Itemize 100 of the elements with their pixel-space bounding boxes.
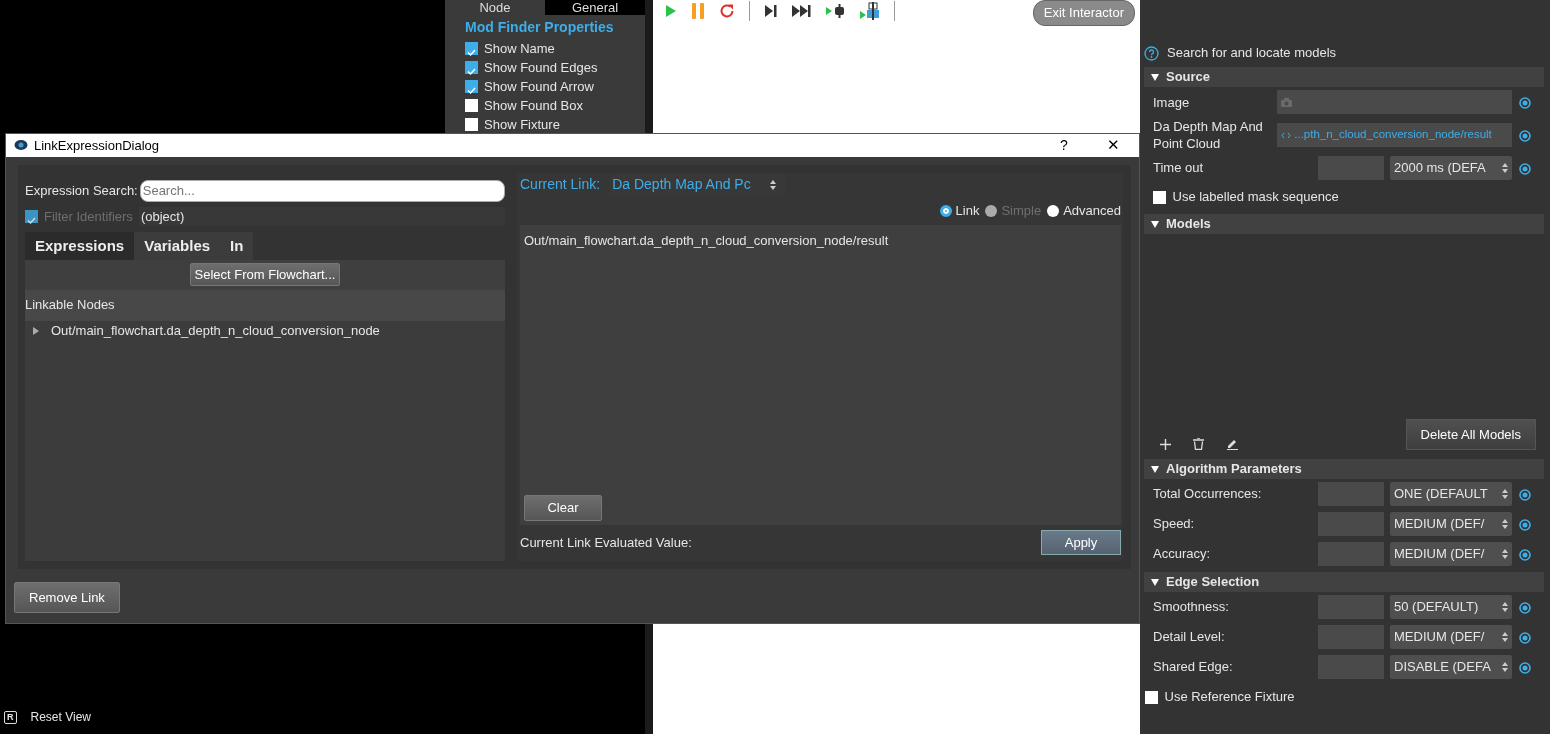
clear-button[interactable]: Clear (524, 495, 602, 521)
image-field[interactable] (1277, 90, 1512, 114)
tab[interactable]: Variables (134, 231, 221, 260)
collapse-arrow-icon[interactable] (1150, 577, 1160, 587)
delete-all-models-button[interactable]: Delete All Models (1405, 418, 1536, 450)
panel-tab[interactable]: General (545, 0, 645, 15)
option-label: Show Found Arrow (484, 77, 594, 96)
arrow-node-icon[interactable] (826, 4, 846, 18)
checkbox-label[interactable]: Use Reference Fixture (1164, 687, 1295, 707)
link-target-icon[interactable] (1518, 518, 1531, 531)
checkbox[interactable] (465, 118, 478, 131)
spin-arrows-icon[interactable] (1502, 489, 1508, 499)
section-header[interactable]: Algorithm Parameters (1144, 459, 1544, 479)
filter-value: (object) (138, 206, 505, 227)
spin-arrows-icon[interactable] (1502, 662, 1508, 672)
section-header[interactable]: Edge Selection (1144, 572, 1544, 592)
spin-arrows-icon[interactable] (1502, 519, 1508, 529)
link-target-icon[interactable] (1518, 162, 1531, 175)
add-icon[interactable] (1160, 439, 1171, 450)
eye-logo-icon (14, 139, 28, 152)
trash-icon[interactable] (1193, 438, 1204, 450)
link-target-icon[interactable] (1518, 631, 1531, 644)
checkbox[interactable] (465, 42, 478, 55)
checkbox[interactable] (1153, 190, 1166, 204)
camera-icon (1281, 97, 1292, 107)
spin-arrows-icon[interactable] (1502, 632, 1508, 642)
section-title: Models (1166, 215, 1211, 234)
search-field[interactable]: Search... (139, 179, 505, 202)
radio-option[interactable]: Link (939, 200, 980, 221)
field-label: Detail Level: (1153, 628, 1226, 647)
panel-title: Mod Finder Properties (465, 18, 615, 37)
key-icon: R (4, 710, 17, 724)
spin-arrows-icon[interactable] (1502, 549, 1508, 559)
collapse-arrow-icon[interactable] (1150, 464, 1160, 474)
field-label: Shared Edge: (1153, 658, 1234, 677)
link-target-icon[interactable] (1518, 129, 1531, 142)
checkbox[interactable] (465, 61, 478, 74)
expand-arrow-icon[interactable] (31, 325, 41, 336)
radio-option[interactable]: Advanced (1047, 200, 1121, 221)
spin-box[interactable]: MEDIUM (DEF/ (1390, 512, 1512, 536)
field-label: Accuracy: (1153, 545, 1212, 564)
spin-box[interactable]: MEDIUM (DEF/ (1390, 542, 1512, 566)
checkbox-label[interactable]: Use labelled mask sequence (1172, 187, 1339, 207)
section-title: Source (1166, 68, 1211, 87)
tree-item[interactable]: Out/main_flowchart.da_depth_n_cloud_conversion_node (51, 320, 380, 341)
option-label: Show Name (484, 39, 555, 58)
spin-arrows-icon[interactable] (770, 179, 777, 190)
pencil-icon[interactable] (1226, 437, 1239, 450)
link-target-icon[interactable] (1518, 96, 1531, 109)
remove-link-button[interactable]: Remove Link (14, 581, 120, 614)
reset-view-label[interactable]: Reset View (30, 708, 91, 726)
dialog-title: LinkExpressionDialog (34, 136, 159, 155)
spin-box[interactable]: 50 (DEFAULT) (1390, 595, 1512, 619)
collapse-arrow-icon[interactable] (1150, 72, 1160, 82)
fast-forward-icon[interactable] (792, 5, 812, 17)
help-button[interactable]: ? (1047, 134, 1081, 156)
field-label: Speed: (1153, 515, 1196, 534)
spin-box[interactable]: MEDIUM (DEF/ (1390, 625, 1512, 649)
expression-text[interactable]: Out/main_flowchart.da_depth_n_cloud_conversion_node/result (524, 230, 1117, 250)
step-icon[interactable] (764, 5, 778, 17)
section-header[interactable]: Source (1144, 67, 1544, 87)
field-label: Da Depth Map And Point Cloud (1153, 118, 1264, 152)
field-label: Smoothness: (1153, 598, 1230, 617)
section-title: Algorithm Parameters (1166, 460, 1302, 479)
link-target-icon[interactable] (1518, 488, 1531, 501)
arrow-box-icon[interactable] (860, 2, 880, 20)
tab[interactable]: Expressions (25, 231, 135, 260)
link-target-icon[interactable] (1518, 601, 1531, 614)
search-label: Expression Search: (25, 181, 138, 200)
option-label: Show Found Edges (484, 58, 598, 77)
link-target-icon[interactable] (1518, 661, 1531, 674)
description-text: Search for and locate models (1167, 44, 1337, 63)
code-icon (1281, 131, 1291, 139)
help-icon[interactable] (1144, 45, 1159, 61)
spin-arrows-icon[interactable] (1502, 163, 1508, 173)
section-title: Edge Selection (1166, 573, 1260, 592)
field-label: Time out (1153, 159, 1205, 178)
tree-header: Linkable Nodes (25, 296, 115, 315)
option-label: Show Fixture (484, 115, 560, 134)
checkbox[interactable] (465, 80, 478, 93)
spin-box[interactable]: DISABLE (DEFA (1390, 655, 1512, 679)
current-link-label: Current Link: (520, 175, 601, 194)
spin-arrows-icon[interactable] (1502, 602, 1508, 612)
field-label: Total Occurrences: (1153, 485, 1263, 504)
select-from-flowchart-button[interactable]: Select From Flowchart... (189, 262, 341, 287)
field-label: Image (1153, 93, 1191, 111)
radio-option: Simple (985, 200, 1042, 221)
collapse-arrow-icon[interactable] (1150, 219, 1160, 229)
tab[interactable]: In (220, 231, 254, 260)
evaluated-value-label: Current Link Evaluated Value: (520, 533, 692, 552)
reload-icon[interactable] (719, 3, 735, 19)
apply-button[interactable]: Apply (1041, 529, 1121, 556)
spin-box[interactable]: ONE (DEFAULT (1390, 482, 1512, 506)
checkbox[interactable] (465, 99, 478, 112)
link-target-icon[interactable] (1518, 548, 1531, 561)
checkbox[interactable] (1145, 690, 1158, 704)
close-button[interactable]: ✕ (1087, 134, 1139, 157)
section-header[interactable]: Models (1144, 214, 1544, 234)
option-label: Show Found Box (484, 96, 583, 115)
spin-box[interactable]: 2000 ms (DEFA (1390, 156, 1512, 180)
